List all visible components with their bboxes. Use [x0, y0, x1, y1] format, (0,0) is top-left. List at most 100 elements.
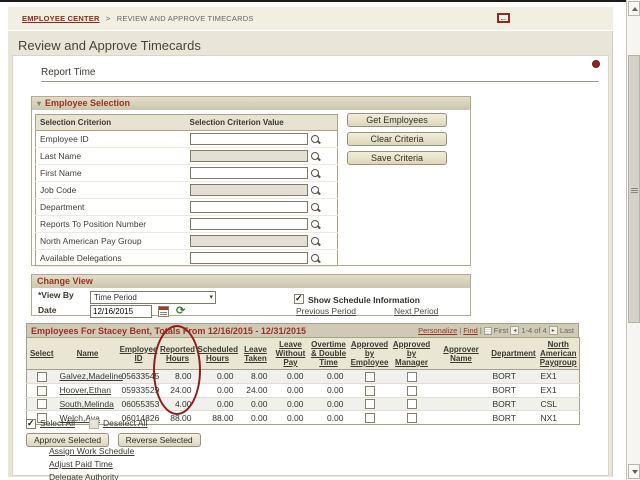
lookup-icon[interactable] — [310, 219, 321, 230]
clear-criteria-button[interactable]: Clear Criteria — [347, 132, 447, 146]
reported-hours-cell: 88.00 — [159, 411, 197, 425]
criteria-row: Reports To Position Number — [36, 216, 338, 233]
col-reported-hours[interactable]: Reported Hours — [160, 345, 195, 363]
col-overtime-double-time[interactable]: Overtime & Double Time — [311, 340, 346, 367]
selection-criteria-table: Selection Criterion Selection Criterion … — [35, 114, 338, 267]
lookup-icon[interactable] — [310, 168, 321, 179]
lookup-icon[interactable] — [310, 151, 321, 162]
select-all-checkbox[interactable]: ✓ — [26, 419, 36, 429]
col-paygroup[interactable]: North American Paygroup — [540, 340, 577, 367]
show-schedule-label: Show Schedule Information — [308, 295, 420, 305]
approved-by-manager-checkbox[interactable]: ✓ — [407, 372, 417, 382]
lookup-icon[interactable] — [310, 185, 321, 196]
reported-hours-cell: 4.00 — [159, 397, 197, 411]
personalize-link[interactable]: Personalize — [418, 326, 457, 335]
breadcrumb-home-link[interactable]: EMPLOYEE CENTER — [22, 14, 100, 23]
save-criteria-button[interactable]: Save Criteria — [347, 151, 447, 165]
reports-to-position-field[interactable] — [190, 218, 308, 230]
scheduled-hours-cell: 0.00 — [197, 370, 239, 384]
exit-icon[interactable]: ← — [497, 13, 510, 23]
adjust-paid-time-link[interactable]: Adjust Paid Time — [49, 459, 134, 469]
refresh-icon[interactable]: ⟳ — [176, 304, 185, 317]
job-code-field[interactable] — [190, 184, 308, 196]
delegate-authority-link[interactable]: Delegate Authority — [49, 472, 134, 480]
paygroup-cell: NX1 — [538, 411, 580, 425]
grid-toolbar: Personalize | Find | First ◂ 1-4 of 4 ▸ … — [418, 326, 574, 335]
pay-group-field[interactable] — [190, 235, 308, 247]
col-approver-name[interactable]: Approver Name — [443, 345, 479, 363]
employee-name-link[interactable]: South,Melinda — [60, 399, 114, 409]
last-label: Last — [560, 326, 574, 335]
collapse-section-icon[interactable]: ▾ — [37, 99, 41, 108]
department-cell: BORT — [490, 370, 538, 384]
row-select-checkbox[interactable]: ✓ — [37, 372, 47, 382]
row-select-checkbox[interactable]: ✓ — [37, 399, 47, 409]
employee-name-link[interactable]: Galvez,Madeline — [60, 371, 123, 381]
previous-rows-icon[interactable]: ◂ — [510, 326, 519, 335]
next-rows-icon[interactable]: ▸ — [549, 326, 558, 335]
find-link[interactable]: Find — [463, 326, 478, 335]
approved-by-manager-checkbox[interactable]: ✓ — [407, 399, 417, 409]
col-leave-without-pay[interactable]: Leave Without Pay — [276, 340, 306, 367]
employee-name-link[interactable]: Hoover,Ethan — [60, 385, 112, 395]
criteria-row: Last Name — [36, 148, 338, 165]
col-leave-taken[interactable]: Leave Taken — [244, 345, 267, 363]
approved-by-manager-checkbox[interactable]: ✓ — [407, 386, 417, 396]
employee-id-cell: 06055353 — [119, 397, 159, 411]
col-employee-id[interactable]: Employee ID — [120, 345, 158, 363]
show-schedule-checkbox[interactable]: ✓ — [294, 294, 304, 304]
scroll-up-icon[interactable] — [628, 1, 640, 16]
criterion-label: Employee ID — [36, 131, 186, 148]
date-input[interactable] — [90, 305, 152, 318]
col-name[interactable]: Name — [77, 349, 99, 358]
col-select[interactable]: Select — [30, 349, 54, 358]
select-all-link[interactable]: Select All — [40, 418, 75, 428]
col-approved-by-manager[interactable]: Approved by Manager — [393, 340, 430, 367]
available-delegations-field[interactable] — [190, 252, 308, 264]
approver-name-cell — [433, 397, 490, 411]
col-approved-by-employee[interactable]: Approved by Employee — [351, 340, 389, 367]
col-scheduled-hours[interactable]: Scheduled Hours — [198, 345, 238, 363]
lookup-icon[interactable] — [310, 202, 321, 213]
criterion-label: Department — [36, 199, 186, 216]
approved-by-manager-checkbox[interactable]: ✓ — [407, 413, 417, 423]
view-by-select[interactable]: Time Period ▾ — [90, 291, 216, 304]
approved-by-employee-checkbox[interactable]: ✓ — [365, 386, 375, 396]
assign-work-schedule-link[interactable]: Assign Work Schedule — [49, 446, 134, 456]
view-by-label: *View By — [38, 290, 74, 300]
department-cell: BORT — [490, 397, 538, 411]
approved-by-employee-checkbox[interactable]: ✓ — [365, 399, 375, 409]
employee-id-field[interactable] — [190, 133, 308, 145]
col-department[interactable]: Department — [491, 349, 535, 358]
deselect-all-link[interactable]: Deselect All — [103, 418, 147, 428]
calendar-icon[interactable] — [158, 306, 169, 317]
scrollbar-thumb[interactable] — [628, 55, 640, 323]
employee-id-cell: 05633545 — [119, 370, 159, 384]
row-select-checkbox[interactable]: ✓ — [37, 386, 47, 396]
approved-by-employee-checkbox[interactable]: ✓ — [365, 372, 375, 382]
criteria-row: Department — [36, 199, 338, 216]
criterion-label: Job Code — [36, 182, 186, 199]
page-title: Review and Approve Timecards — [18, 38, 201, 53]
approved-by-employee-checkbox[interactable]: ✓ — [365, 413, 375, 423]
previous-period-link[interactable]: Previous Period — [296, 306, 356, 316]
leave-without-pay-cell: 0.00 — [273, 411, 309, 425]
row-range: 1-4 of 4 — [521, 326, 546, 335]
first-name-field[interactable] — [190, 167, 308, 179]
page: EMPLOYEE CENTER > REVIEW AND APPROVE TIM… — [0, 0, 640, 480]
lookup-icon[interactable] — [310, 253, 321, 264]
window-top-border — [0, 0, 640, 2]
lookup-icon[interactable] — [310, 236, 321, 247]
deselect-all-icon[interactable] — [89, 419, 99, 429]
last-name-field[interactable] — [190, 150, 308, 162]
approve-selected-button[interactable]: Approve Selected — [26, 433, 109, 447]
next-period-link[interactable]: Next Period — [394, 306, 438, 316]
view-all-icon[interactable] — [484, 327, 492, 335]
lookup-icon[interactable] — [310, 134, 321, 145]
alert-icon[interactable] — [592, 60, 600, 68]
reverse-selected-button[interactable]: Reverse Selected — [118, 433, 201, 447]
scroll-down-icon[interactable] — [628, 464, 640, 479]
content-area: Review and Approve Timecards Report Time… — [8, 31, 613, 477]
department-field[interactable] — [190, 201, 308, 213]
get-employees-button[interactable]: Get Employees — [347, 113, 447, 127]
